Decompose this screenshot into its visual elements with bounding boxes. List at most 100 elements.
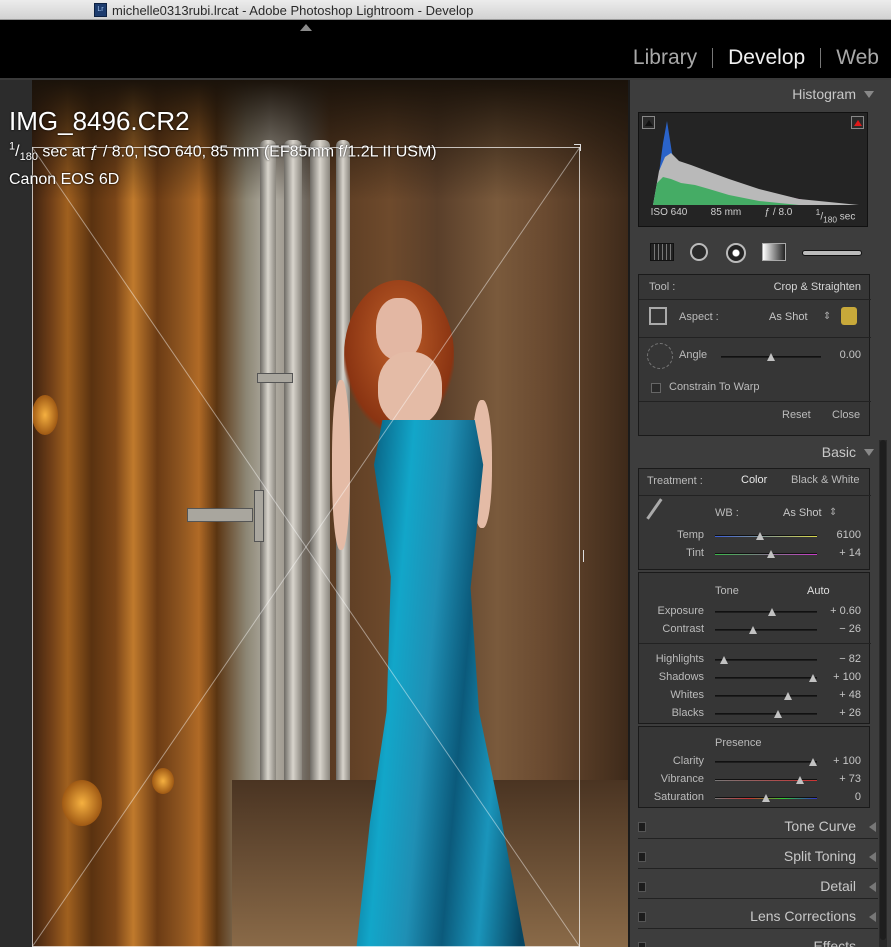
presence-section: Presence Clarity + 100 Vibrance + 73 Sat…	[638, 726, 870, 808]
basic-panel-header[interactable]: Basic	[638, 440, 878, 464]
aspect-dropdown[interactable]: As Shot	[769, 311, 808, 323]
slider-thumb[interactable]	[808, 758, 817, 766]
highlights-value[interactable]: − 82	[839, 653, 861, 665]
collapse-triangle-icon	[864, 449, 874, 456]
slider-thumb[interactable]	[795, 776, 804, 784]
aspect-label: Aspect :	[679, 311, 719, 323]
whites-slider[interactable]	[715, 692, 817, 700]
treatment-color-button[interactable]: Color	[741, 474, 767, 486]
scrollbar-thumb[interactable]	[880, 440, 886, 940]
temp-slider[interactable]	[715, 532, 817, 540]
slider-thumb[interactable]	[767, 353, 775, 361]
blacks-value[interactable]: + 26	[839, 707, 861, 719]
slider-thumb[interactable]	[720, 656, 729, 664]
histogram[interactable]: ISO 640 85 mm ƒ / 8.0 1/180 sec	[638, 112, 869, 227]
contrast-value[interactable]: − 26	[839, 623, 861, 635]
exposure-value[interactable]: + 0.60	[830, 605, 861, 617]
lens-corrections-panel-header[interactable]: Lens Corrections	[638, 905, 878, 929]
reset-button[interactable]: Reset	[782, 409, 811, 421]
graduated-filter-icon[interactable]	[762, 243, 786, 261]
auto-tone-button[interactable]: Auto	[807, 585, 830, 597]
right-panel-scrollbar[interactable]	[879, 440, 887, 947]
photo-exposure-info: 1/180 sec at ƒ / 8.0, ISO 640, 85 mm (EF…	[9, 141, 437, 164]
wb-dropdown[interactable]: As Shot	[783, 507, 822, 519]
lens-corrections-title: Lens Corrections	[750, 908, 856, 924]
module-web[interactable]: Web	[836, 46, 879, 70]
slider-thumb[interactable]	[755, 532, 764, 540]
slider-thumb[interactable]	[762, 794, 770, 802]
red-eye-icon[interactable]	[726, 243, 746, 263]
vibrance-slider[interactable]	[715, 776, 817, 784]
shadows-slider[interactable]	[715, 674, 817, 682]
slider-thumb[interactable]	[767, 550, 776, 558]
blacks-slider[interactable]	[715, 710, 817, 718]
crop-rectangle[interactable]	[32, 147, 580, 947]
module-develop[interactable]: Develop	[728, 46, 805, 70]
divider	[639, 495, 871, 496]
crop-overlay-icon[interactable]	[650, 243, 674, 261]
histogram-panel-header[interactable]: Histogram	[638, 82, 878, 106]
saturation-value[interactable]: 0	[855, 791, 861, 803]
crop-handle-right[interactable]	[577, 550, 584, 562]
saturation-label: Saturation	[653, 791, 704, 803]
right-panel: Histogram ISO 640 85 mm ƒ / 8.0 1/180 se…	[628, 80, 891, 947]
angle-value[interactable]: 0.00	[840, 349, 861, 361]
shadow-clipping-icon[interactable]	[642, 116, 655, 129]
crop-handle-left[interactable]	[32, 550, 36, 562]
crop-handle-top-right[interactable]	[574, 144, 581, 151]
temp-label: Temp	[677, 529, 704, 541]
slider-thumb[interactable]	[784, 692, 793, 700]
highlights-slider[interactable]	[715, 656, 817, 664]
tone-curve-panel-header[interactable]: Tone Curve	[638, 815, 878, 839]
close-button[interactable]: Close	[832, 409, 860, 421]
clarity-slider[interactable]	[715, 758, 817, 766]
vibrance-value[interactable]: + 73	[839, 773, 861, 785]
treatment-bw-button[interactable]: Black & White	[791, 474, 859, 486]
split-toning-panel-header[interactable]: Split Toning	[638, 845, 878, 869]
left-panel-collapsed[interactable]	[0, 80, 32, 947]
temp-value[interactable]: 6100	[837, 529, 861, 541]
shadows-value[interactable]: + 100	[833, 671, 861, 683]
histogram-graph	[653, 121, 869, 205]
slider-thumb[interactable]	[774, 710, 783, 718]
module-picker: Library Develop Web	[0, 20, 891, 78]
module-library[interactable]: Library	[633, 46, 697, 70]
panel-toggle-icon[interactable]	[638, 822, 646, 832]
spot-removal-icon[interactable]	[690, 243, 708, 261]
constrain-to-warp-checkbox[interactable]	[651, 383, 661, 393]
crop-frame-tool-icon[interactable]	[649, 307, 667, 325]
histogram-shutter-num: 1	[815, 206, 821, 217]
whites-value[interactable]: + 48	[839, 689, 861, 701]
clarity-value[interactable]: + 100	[833, 755, 861, 767]
constrain-label: Constrain To Warp	[669, 381, 760, 393]
tone-curve-title: Tone Curve	[784, 818, 856, 834]
panel-toggle-icon[interactable]	[638, 852, 646, 862]
tint-slider[interactable]	[715, 550, 817, 558]
tint-value[interactable]: + 14	[839, 547, 861, 559]
panel-toggle-icon[interactable]	[638, 882, 646, 892]
module-separator	[712, 48, 714, 68]
exposure-slider[interactable]	[715, 608, 817, 616]
panel-toggle-icon[interactable]	[638, 942, 646, 947]
saturation-slider[interactable]	[715, 794, 817, 802]
expand-triangle-icon	[869, 852, 876, 862]
expand-triangle-icon	[869, 822, 876, 832]
slider-thumb[interactable]	[748, 626, 757, 634]
slider-thumb[interactable]	[808, 674, 817, 682]
photo-canvas[interactable]	[32, 80, 628, 947]
white-balance-eyedropper-icon[interactable]	[646, 498, 680, 532]
contrast-slider[interactable]	[715, 626, 817, 634]
collapse-triangle-icon	[864, 91, 874, 98]
angle-slider[interactable]	[721, 353, 821, 361]
collapse-top-panel-icon[interactable]	[300, 24, 312, 31]
slider-thumb[interactable]	[768, 608, 777, 616]
detail-panel-header[interactable]: Detail	[638, 875, 878, 899]
adjustment-brush-icon[interactable]	[802, 250, 862, 256]
window-title: michelle0313rubi.lrcat - Adobe Photoshop…	[112, 3, 474, 18]
treatment-label: Treatment :	[647, 475, 703, 487]
effects-panel-header[interactable]: Effects	[638, 935, 878, 947]
lock-icon[interactable]	[841, 307, 857, 325]
panel-toggle-icon[interactable]	[638, 912, 646, 922]
highlight-clipping-icon[interactable]	[851, 116, 864, 129]
straighten-tool-icon[interactable]	[647, 343, 673, 369]
